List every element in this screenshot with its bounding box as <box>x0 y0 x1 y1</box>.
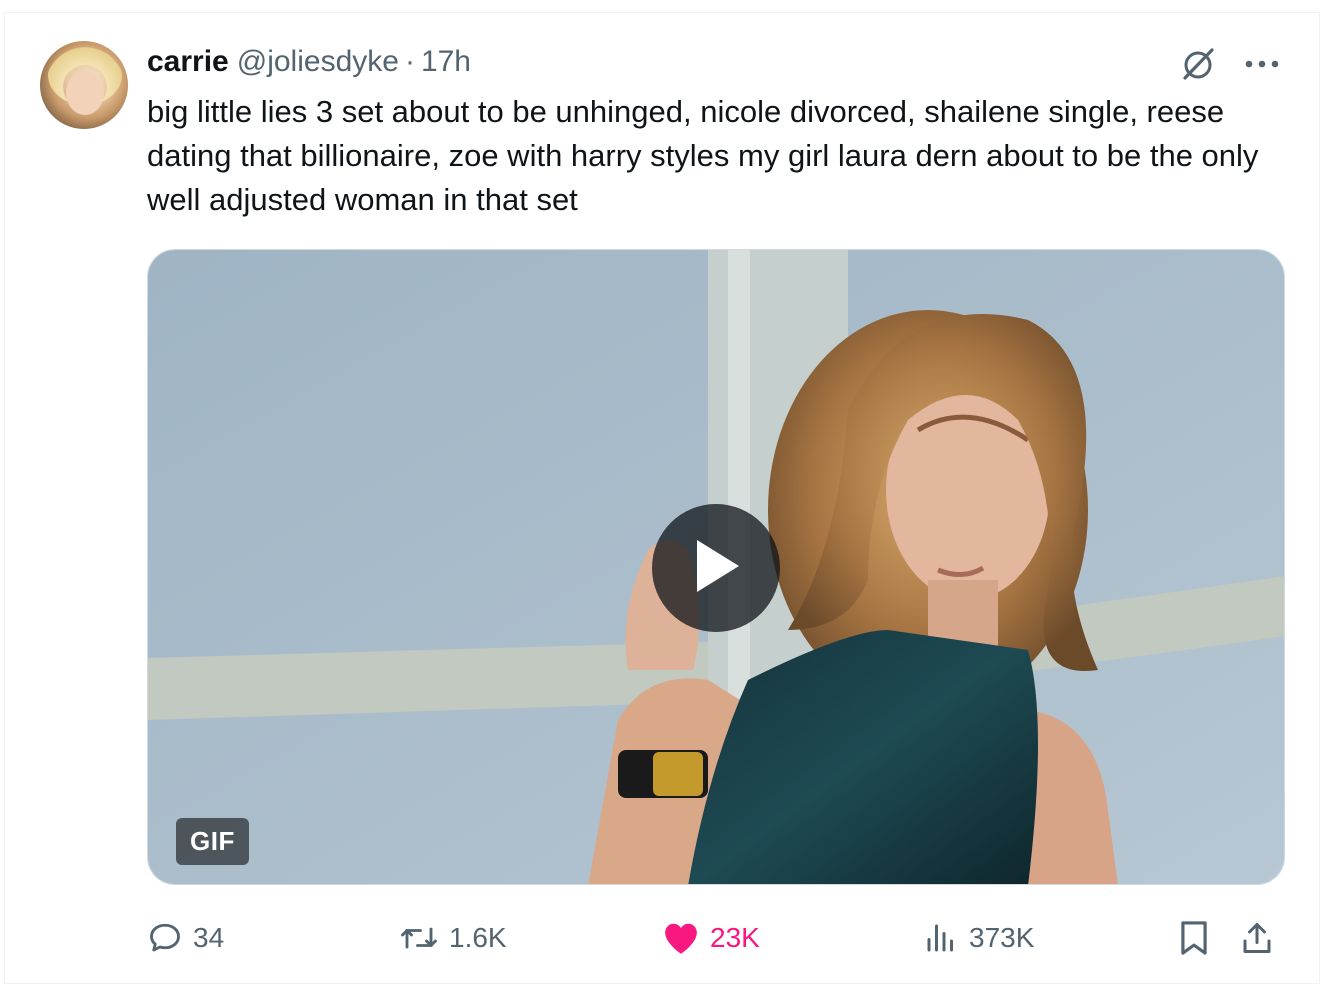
author-name[interactable]: carrie <box>147 45 229 79</box>
action-bar: 34 1.6K 23K 373K <box>147 914 1287 962</box>
views-count: 373K <box>969 922 1035 953</box>
tweet-header: carrie @joliesdyke · 17h <box>147 42 471 82</box>
reply-count: 34 <box>193 922 225 953</box>
separator-dot: · <box>404 45 415 78</box>
views-icon <box>923 920 969 956</box>
play-icon <box>689 536 743 601</box>
gif-badge: GIF <box>176 818 249 865</box>
repost-icon <box>399 920 449 956</box>
reply-icon <box>147 920 193 956</box>
author-handle[interactable]: @joliesdyke <box>237 45 399 79</box>
bookmark-icon <box>1177 919 1221 957</box>
like-count: 23K <box>710 922 760 953</box>
repost-count: 1.6K <box>449 922 507 953</box>
views-button[interactable]: 373K <box>923 914 1034 962</box>
play-button[interactable] <box>652 504 780 632</box>
share-button[interactable] <box>1239 914 1285 962</box>
timestamp[interactable]: 17h <box>421 45 471 79</box>
avatar[interactable] <box>40 41 128 129</box>
header-icons <box>1178 44 1280 84</box>
tweet-media[interactable]: GIF <box>147 249 1285 885</box>
tweet-text: big little lies 3 set about to be unhing… <box>147 94 1259 217</box>
grok-icon[interactable] <box>1178 44 1218 84</box>
bookmark-button[interactable] <box>1177 914 1221 962</box>
reply-button[interactable]: 34 <box>147 914 224 962</box>
repost-button[interactable]: 1.6K <box>399 914 507 962</box>
more-icon[interactable] <box>1244 58 1280 70</box>
share-icon <box>1239 919 1285 957</box>
like-button[interactable]: 23K <box>662 914 760 962</box>
like-icon <box>662 920 710 956</box>
avatar-face <box>66 71 104 115</box>
